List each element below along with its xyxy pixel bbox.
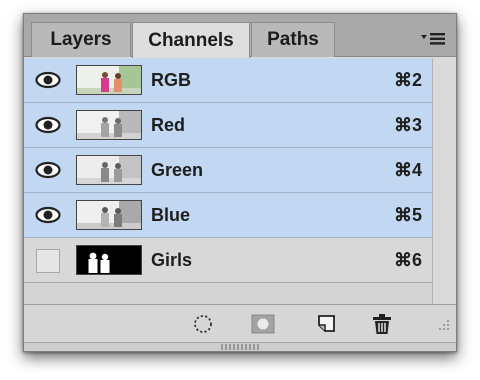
panel-footer-toolbar — [24, 304, 456, 342]
visibility-toggle-box[interactable] — [36, 249, 60, 273]
panel-collapse-grip[interactable] — [24, 342, 456, 351]
panel-tab-bar: Layers Channels Paths — [24, 14, 456, 58]
new-channel-icon — [318, 315, 335, 332]
channel-shortcut: ⌘3 — [393, 115, 422, 135]
channel-name: Blue — [151, 205, 191, 225]
channel-name: Green — [151, 160, 204, 180]
channel-shortcut: ⌘5 — [393, 205, 422, 225]
channel-name: RGB — [151, 70, 191, 90]
channels-panel: Layers Channels Paths RGB ⌘2 Red ⌘3 Gree… — [23, 13, 457, 352]
channel-row-rgb[interactable]: RGB ⌘2 — [24, 58, 434, 103]
grip-lines-icon — [221, 344, 259, 350]
visibility-eye-icon[interactable] — [34, 158, 62, 182]
delete-channel-icon — [373, 314, 391, 334]
resize-grip-icon[interactable] — [436, 319, 450, 338]
channel-row-green[interactable]: Green ⌘4 — [24, 148, 434, 193]
panel-menu-button[interactable] — [418, 28, 448, 50]
load-channel-as-selection-button[interactable] — [191, 313, 215, 335]
channel-name: Girls — [151, 250, 193, 270]
visibility-eye-icon[interactable] — [34, 113, 62, 137]
channel-thumbnail — [76, 245, 142, 275]
channel-row-girls[interactable]: Girls ⌘6 — [24, 238, 434, 283]
load-channel-as-selection-icon — [194, 315, 212, 333]
channel-thumbnail — [76, 65, 142, 95]
save-selection-as-channel-button[interactable] — [251, 313, 275, 335]
visibility-eye-icon[interactable] — [34, 203, 62, 227]
channel-thumbnail — [76, 155, 142, 185]
channel-list-scrollbar[interactable] — [432, 58, 456, 304]
tab-channels[interactable]: Channels — [132, 22, 250, 58]
save-selection-as-channel-icon — [251, 314, 275, 334]
tab-paths[interactable]: Paths — [251, 22, 335, 57]
panel-menu-icon — [421, 33, 445, 45]
channel-name: Red — [151, 115, 186, 135]
visibility-eye-icon[interactable] — [34, 68, 62, 92]
channel-shortcut: ⌘6 — [393, 250, 422, 270]
channel-shortcut: ⌘4 — [393, 160, 422, 180]
delete-channel-button[interactable] — [370, 313, 394, 335]
tab-layers[interactable]: Layers — [31, 22, 131, 57]
channel-shortcut: ⌘2 — [393, 70, 422, 90]
channel-thumbnail — [76, 110, 142, 140]
channel-list: RGB ⌘2 Red ⌘3 Green ⌘4 Blue ⌘5 Girls ⌘6 — [24, 58, 434, 304]
channel-row-blue[interactable]: Blue ⌘5 — [24, 193, 434, 238]
channel-thumbnail — [76, 200, 142, 230]
new-channel-button[interactable] — [315, 313, 339, 335]
channel-row-red[interactable]: Red ⌘3 — [24, 103, 434, 148]
